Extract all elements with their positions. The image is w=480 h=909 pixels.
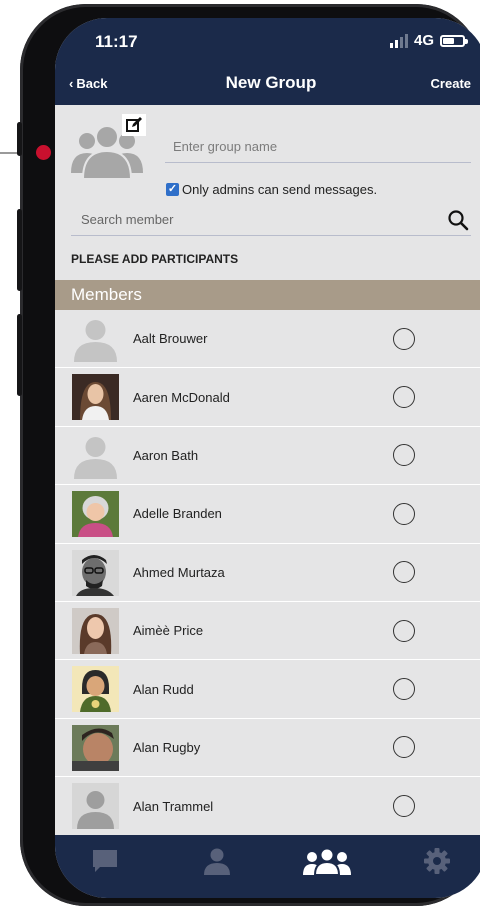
member-name: Aaron Bath	[133, 447, 199, 463]
member-name: Alan Rudd	[133, 681, 194, 697]
member-row[interactable]: Ahmed Murtaza	[55, 544, 480, 602]
select-radio[interactable]	[393, 327, 415, 350]
mute-switch	[17, 122, 22, 156]
status-time: 11:17	[95, 32, 138, 51]
admin-only-label: Only admins can send messages.	[182, 182, 378, 197]
tab-settings[interactable]	[419, 845, 455, 877]
create-button[interactable]: Create	[431, 76, 471, 91]
select-radio[interactable]	[393, 561, 415, 584]
member-list: Aalt Brouwer Aaren McDonald Aaron Bath A…	[55, 310, 480, 836]
member-name: Adelle Branden	[133, 506, 222, 522]
member-name: Aimèè Price	[133, 623, 204, 639]
select-radio[interactable]	[393, 386, 415, 409]
member-row[interactable]: Aimèè Price	[55, 602, 480, 661]
member-row[interactable]: Aaren McDonald	[55, 368, 480, 427]
member-name: Alan Rugby	[133, 739, 201, 755]
participants-heading: PLEASE ADD PARTICIPANTS	[71, 252, 239, 266]
member-name: Aaren McDonald	[133, 389, 230, 405]
search-bar	[71, 204, 471, 236]
admin-only-row[interactable]: ✓ Only admins can send messages.	[166, 182, 377, 197]
member-photo	[72, 491, 119, 538]
select-radio[interactable]	[393, 678, 415, 701]
member-row[interactable]: Alan Rugby	[55, 719, 480, 778]
select-radio[interactable]	[393, 444, 415, 467]
chat-icon	[93, 850, 117, 872]
phone-frame: 11:17 4G ‹ Back New Group Create Enter g…	[17, 4, 480, 906]
signal-icon	[389, 33, 408, 48]
page-title: New Group	[225, 73, 317, 92]
member-photo	[72, 549, 119, 596]
placeholder-avatar-icon	[74, 436, 117, 479]
tab-groups[interactable]	[301, 845, 353, 877]
tab-contacts[interactable]	[199, 845, 235, 877]
member-illustrated-avatar	[72, 666, 119, 713]
status-indicators: 4G	[389, 32, 468, 49]
select-radio[interactable]	[393, 795, 415, 818]
member-row[interactable]: Adelle Branden	[55, 485, 480, 544]
volume-up-button	[17, 209, 22, 291]
screen: 11:17 4G ‹ Back New Group Create Enter g…	[55, 18, 480, 898]
member-photo	[72, 374, 119, 421]
member-row[interactable]: Aaron Bath	[55, 427, 480, 486]
search-input[interactable]	[71, 204, 441, 235]
member-name: Aalt Brouwer	[133, 331, 208, 347]
member-name: Alan Trammel	[133, 798, 214, 814]
tab-chats[interactable]	[87, 845, 123, 877]
edit-icon[interactable]	[122, 114, 146, 136]
member-row[interactable]: Alan Rudd	[55, 660, 480, 719]
placeholder-avatar-icon	[74, 320, 117, 362]
members-section-header: Members	[55, 280, 480, 310]
placeholder-avatar-icon	[72, 783, 119, 830]
groups-icon	[303, 847, 351, 875]
search-icon[interactable]	[447, 209, 469, 231]
member-photo	[72, 607, 119, 654]
contact-icon	[204, 848, 230, 875]
pencil-square-icon	[126, 117, 142, 132]
member-photo	[72, 724, 119, 771]
member-row[interactable]: Aalt Brouwer	[55, 310, 480, 369]
select-radio[interactable]	[393, 502, 415, 525]
admin-only-checkbox[interactable]: ✓	[166, 183, 179, 196]
battery-icon	[440, 34, 468, 47]
bottom-tab-bar	[55, 835, 480, 898]
member-name: Ahmed Murtaza	[133, 564, 225, 580]
network-label: 4G	[413, 32, 434, 49]
volume-down-button	[17, 314, 22, 396]
select-radio[interactable]	[393, 736, 415, 759]
annotation-dot	[36, 145, 51, 160]
settings-icon	[424, 848, 450, 874]
group-name-input[interactable]	[165, 130, 471, 163]
select-radio[interactable]	[393, 619, 415, 642]
app-header: 11:17 4G ‹ Back New Group Create	[55, 18, 480, 105]
member-row[interactable]: Alan Trammel	[55, 777, 480, 835]
